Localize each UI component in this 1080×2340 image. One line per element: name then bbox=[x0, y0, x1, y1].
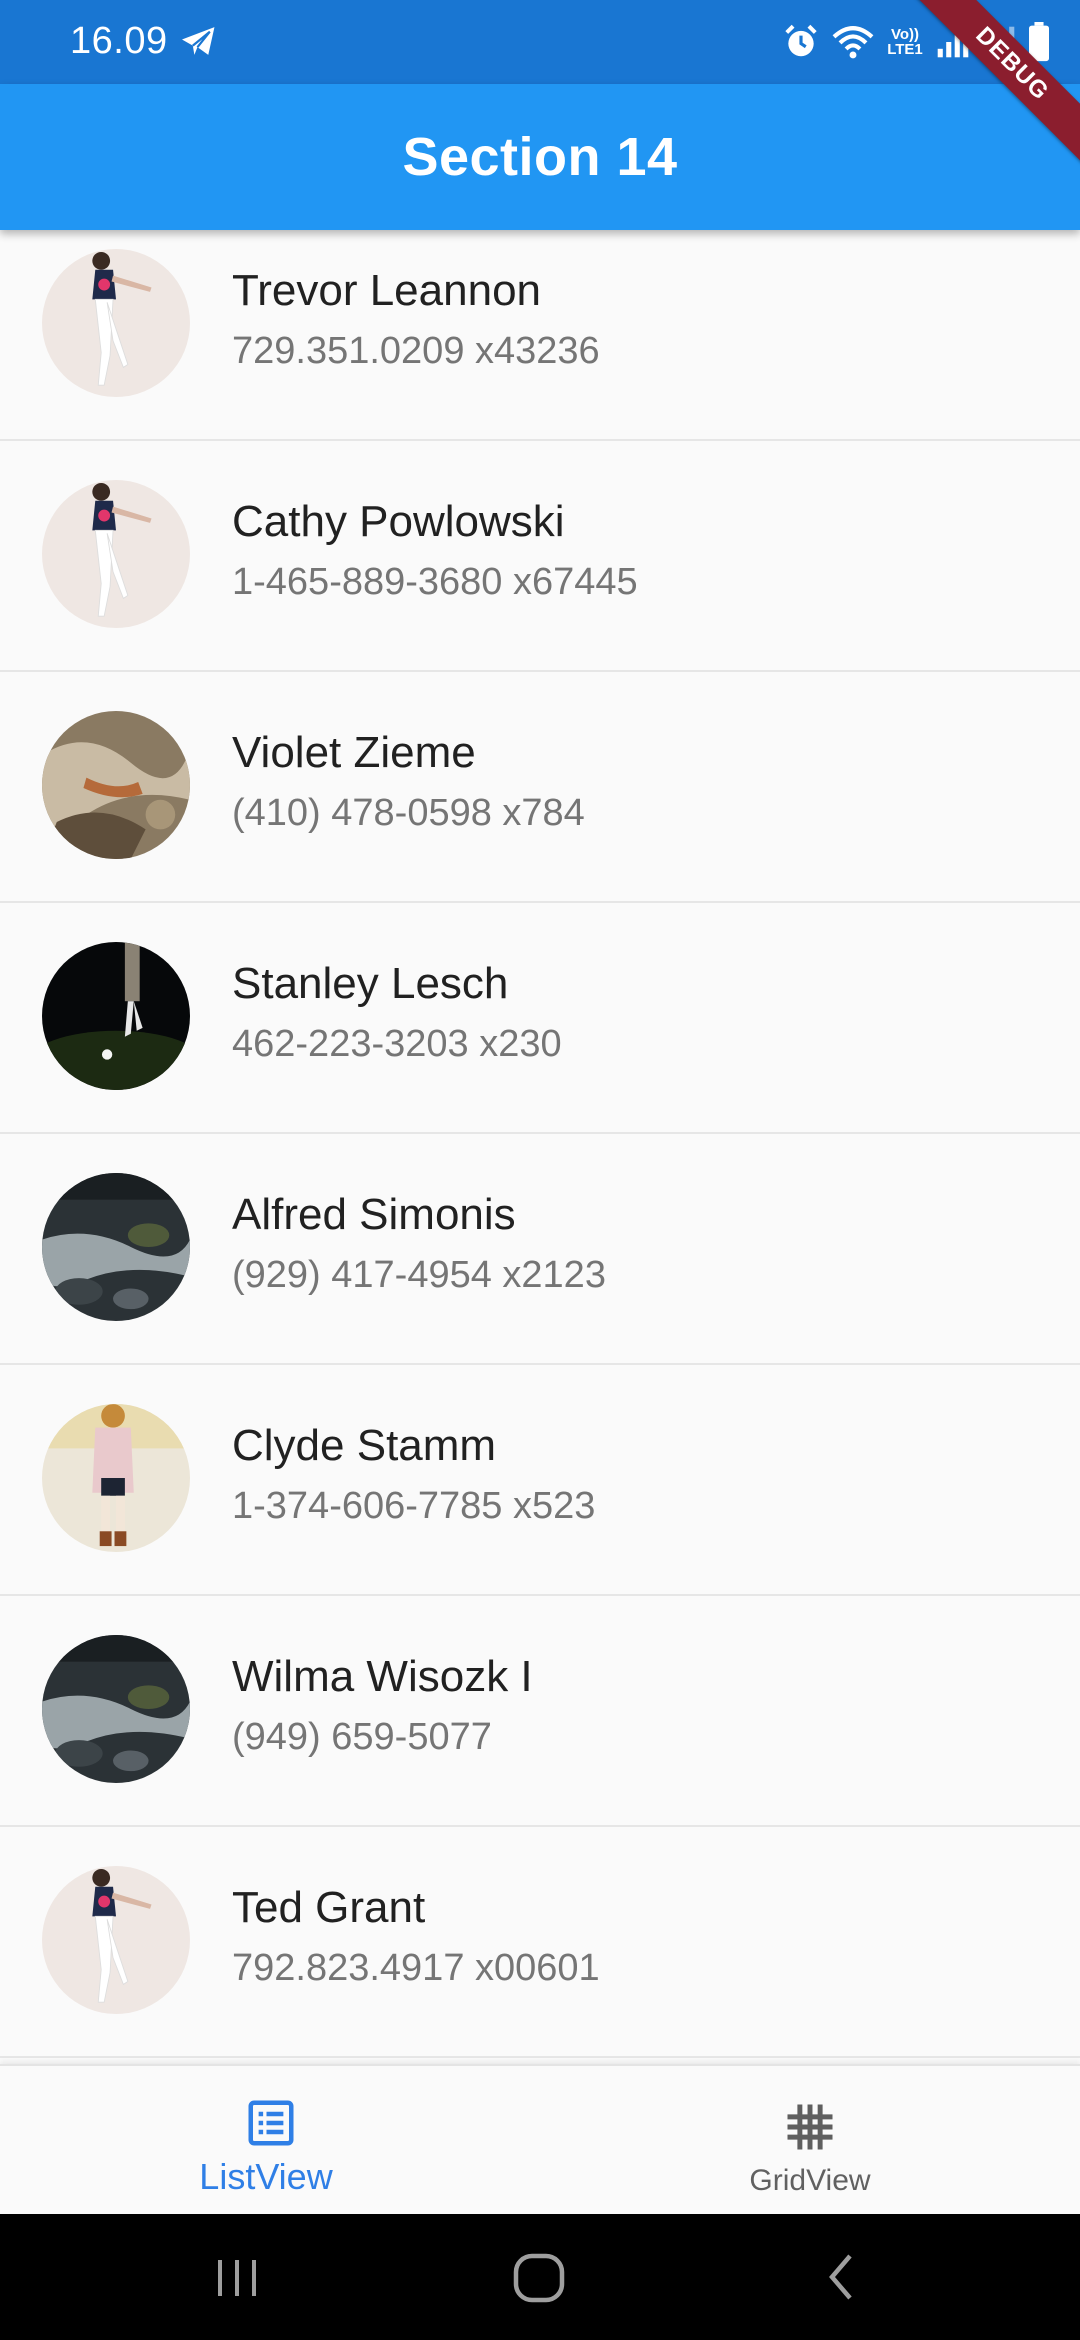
contact-name: Clyde Stamm bbox=[232, 1421, 497, 1470]
recent-apps-icon[interactable] bbox=[212, 2244, 262, 2310]
status-time: 16.09 bbox=[70, 20, 168, 62]
contact-phone: 1-374-606-7785 x523 bbox=[232, 1485, 596, 1527]
contact-name: Ted Grant bbox=[232, 1883, 426, 1932]
system-navigation-bar bbox=[0, 2214, 1080, 2340]
network-label: Vo)) LTE1 bbox=[887, 26, 923, 58]
stream-photo-icon bbox=[42, 1173, 190, 1321]
stream-photo-icon bbox=[42, 1635, 190, 1783]
contact-phone: (949) 659-5077 bbox=[232, 1716, 492, 1758]
golf-photo-icon bbox=[42, 942, 190, 1090]
contact-list[interactable]: Trevor Leannon 729.351.0209 x43236 Cathy… bbox=[0, 210, 1080, 2068]
nav-item-gridview[interactable]: GridView bbox=[540, 2066, 1080, 2216]
avatar bbox=[42, 1635, 190, 1783]
list-icon bbox=[248, 2100, 294, 2146]
contact-phone: 462-223-3203 x230 bbox=[232, 1023, 562, 1065]
contact-phone: (929) 417-4954 x2123 bbox=[232, 1254, 606, 1296]
contact-phone: 1-465-889-3680 x67445 bbox=[232, 561, 638, 603]
nav-label-gridview: GridView bbox=[749, 2164, 871, 2197]
dancer-photo-icon bbox=[42, 480, 190, 628]
grid-icon bbox=[787, 2104, 833, 2150]
fashion-photo-icon bbox=[42, 1404, 190, 1552]
list-item[interactable]: Ted Grant 792.823.4917 x00601 bbox=[0, 1827, 1080, 2058]
dancer-photo-icon bbox=[42, 1866, 190, 2014]
list-item[interactable]: Violet Zieme (410) 478-0598 x784 bbox=[0, 672, 1080, 903]
rock-photo-icon bbox=[42, 711, 190, 859]
contact-phone: 792.823.4917 x00601 bbox=[232, 1947, 600, 1989]
contact-name: Stanley Lesch bbox=[232, 959, 509, 1008]
dancer-photo-icon bbox=[42, 249, 190, 397]
home-icon[interactable] bbox=[508, 2244, 572, 2310]
list-item[interactable]: Wilma Wisozk I (949) 659-5077 bbox=[0, 1596, 1080, 1827]
app-bar: Section 14 bbox=[0, 84, 1080, 230]
nav-item-listview[interactable]: ListView bbox=[0, 2066, 540, 2216]
list-item[interactable]: Alfred Simonis (929) 417-4954 x2123 bbox=[0, 1134, 1080, 1365]
contact-name: Trevor Leannon bbox=[232, 266, 542, 315]
contact-name: Wilma Wisozk I bbox=[232, 1652, 533, 1701]
list-item[interactable]: Trevor Leannon 729.351.0209 x43236 bbox=[0, 210, 1080, 441]
list-item[interactable]: Clyde Stamm 1-374-606-7785 x523 bbox=[0, 1365, 1080, 1596]
page-title: Section 14 bbox=[402, 127, 678, 187]
list-item[interactable]: Cathy Powlowski 1-465-889-3680 x67445 bbox=[0, 441, 1080, 672]
contact-phone: 729.351.0209 x43236 bbox=[232, 330, 600, 372]
back-icon[interactable] bbox=[822, 2244, 862, 2310]
telegram-icon bbox=[182, 27, 215, 55]
nav-label-listview: ListView bbox=[199, 2156, 333, 2197]
avatar bbox=[42, 249, 190, 397]
avatar bbox=[42, 1866, 190, 2014]
avatar bbox=[42, 942, 190, 1090]
wifi-icon bbox=[832, 26, 874, 59]
avatar bbox=[42, 1173, 190, 1321]
alarm-icon bbox=[785, 24, 817, 57]
avatar bbox=[42, 480, 190, 628]
bottom-navigation: ListView GridView bbox=[0, 2064, 1080, 2214]
avatar bbox=[42, 711, 190, 859]
contact-name: Violet Zieme bbox=[232, 728, 476, 777]
avatar bbox=[42, 1404, 190, 1552]
status-bar: 16.09 Vo)) LTE1 bbox=[0, 0, 1080, 84]
contact-name: Cathy Powlowski bbox=[232, 497, 565, 546]
list-item[interactable]: Stanley Lesch 462-223-3203 x230 bbox=[0, 903, 1080, 1134]
contact-phone: (410) 478-0598 x784 bbox=[232, 792, 585, 834]
contact-name: Alfred Simonis bbox=[232, 1190, 516, 1239]
